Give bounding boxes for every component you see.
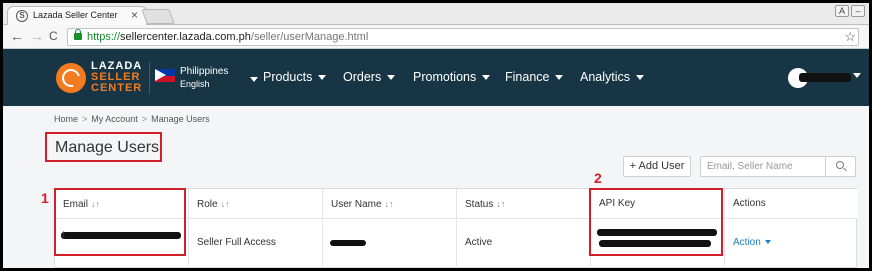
favicon-icon: S <box>16 10 28 22</box>
header-divider <box>149 62 150 94</box>
search-icon <box>836 161 844 169</box>
country-selector[interactable]: Philippines English <box>180 66 258 90</box>
language-name: English <box>180 79 210 89</box>
chevron-down-icon <box>636 75 645 81</box>
column-header-status[interactable]: Status ↓↑ <box>457 189 591 219</box>
lazada-logo-icon[interactable] <box>56 63 86 93</box>
nav-analytics[interactable]: Analytics <box>580 70 645 84</box>
minimize-icon[interactable]: – <box>851 5 865 17</box>
country-name: Philippines <box>180 66 229 77</box>
table-cell-user-name <box>323 220 457 266</box>
nav-promotions[interactable]: Promotions <box>413 70 491 84</box>
search-input[interactable] <box>707 159 817 174</box>
redacted-user-name <box>330 240 366 246</box>
nav-finance[interactable]: Finance <box>505 70 564 84</box>
add-user-button[interactable]: + Add User <box>623 156 691 177</box>
address-bar: ← → C https://sellercenter.lazada.com.ph… <box>3 25 869 49</box>
chevron-down-icon <box>555 75 564 81</box>
lock-icon <box>74 29 82 40</box>
tab-strip: S Lazada Seller Center × A – <box>3 3 869 26</box>
url-text: https://sellercenter.lazada.com.ph/selle… <box>87 31 369 43</box>
philippines-flag-icon <box>155 69 175 82</box>
chevron-down-icon[interactable] <box>853 73 861 78</box>
back-icon[interactable]: ← <box>10 28 24 44</box>
page-title: Manage Users <box>55 139 160 156</box>
bookmark-star-icon[interactable]: ☆ <box>844 29 856 45</box>
breadcrumb-home[interactable]: Home <box>54 114 78 124</box>
table-cell-role: Seller Full Access <box>189 220 323 266</box>
action-dropdown[interactable]: Action <box>725 220 858 266</box>
column-header-user-name[interactable]: User Name ↓↑ <box>323 189 457 219</box>
chevron-down-icon <box>249 77 258 83</box>
sort-icon[interactable]: ↓↑ <box>385 199 394 209</box>
forward-icon[interactable]: → <box>30 28 44 44</box>
new-tab-button[interactable] <box>141 9 175 24</box>
nav-products[interactable]: Products <box>263 70 327 84</box>
user-search <box>700 156 856 177</box>
sort-icon[interactable]: ↓↑ <box>221 199 230 209</box>
sort-icon[interactable]: ↓↑ <box>496 199 505 209</box>
chevron-down-icon <box>764 240 771 245</box>
main-content: Home > My Account > Manage Users Manage User… <box>3 106 869 268</box>
browser-tab[interactable]: S Lazada Seller Center × <box>7 6 147 26</box>
chevron-down-icon <box>482 75 491 81</box>
search-button[interactable] <box>825 157 855 176</box>
breadcrumb: Home > My Account > Manage Users <box>54 114 210 124</box>
chevron-down-icon <box>387 75 396 81</box>
column-header-role[interactable]: Role ↓↑ <box>189 189 323 219</box>
annotation-box-email <box>54 188 186 256</box>
annotation-box-api-key <box>589 188 723 256</box>
logo-wordmark[interactable]: LAZADA SELLER CENTER <box>91 61 142 94</box>
breadcrumb-my-account[interactable]: My Account <box>91 114 138 124</box>
redacted-username <box>799 73 851 82</box>
annotation-number-1: 1 <box>41 190 49 206</box>
url-field[interactable]: https://sellercenter.lazada.com.ph/selle… <box>67 28 859 46</box>
column-header-actions: Actions <box>725 189 858 219</box>
table-cell-status: Active <box>457 220 591 266</box>
site-header: LAZADA SELLER CENTER Philippines English… <box>3 49 869 106</box>
nav-orders[interactable]: Orders <box>343 70 396 84</box>
browser-window: S Lazada Seller Center × A – ← → C https… <box>3 3 869 268</box>
user-profile-icon[interactable]: A <box>835 5 849 17</box>
annotation-number-2: 2 <box>594 170 602 186</box>
reload-icon[interactable]: C <box>49 28 58 44</box>
close-icon[interactable]: × <box>131 8 138 22</box>
chevron-down-icon <box>318 75 327 81</box>
breadcrumb-current: Manage Users <box>151 114 210 124</box>
tab-title: Lazada Seller Center <box>33 10 118 20</box>
